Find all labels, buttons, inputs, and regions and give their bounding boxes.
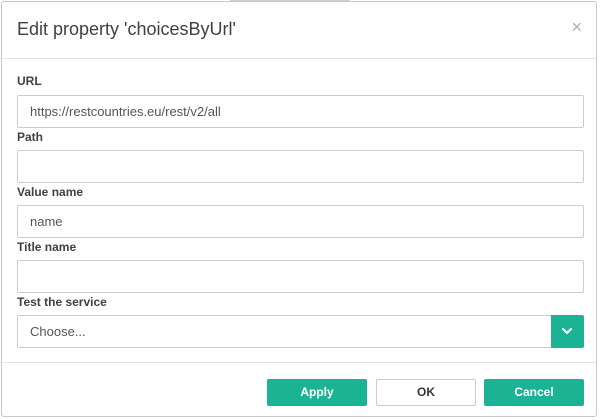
apply-button[interactable]: Apply bbox=[267, 379, 367, 406]
value-name-label: Value name bbox=[17, 185, 84, 199]
path-input[interactable] bbox=[17, 150, 584, 183]
test-service-selected: Choose... bbox=[30, 324, 86, 339]
chevron-down-icon bbox=[562, 327, 572, 335]
url-input[interactable]: https://restcountries.eu/rest/v2/all bbox=[17, 95, 584, 128]
dialog-header: Edit property 'choicesByUrl' × bbox=[2, 2, 596, 59]
edit-property-dialog: Edit property 'choicesByUrl' × URL https… bbox=[1, 1, 597, 417]
title-name-label: Title name bbox=[17, 240, 77, 254]
test-service-label: Test the service bbox=[17, 295, 107, 309]
dropdown-toggle[interactable] bbox=[551, 315, 584, 348]
ok-button[interactable]: OK bbox=[376, 379, 476, 406]
cancel-button[interactable]: Cancel bbox=[484, 379, 584, 406]
dialog-title: Edit property 'choicesByUrl' bbox=[17, 19, 236, 39]
test-service-select[interactable]: Choose... bbox=[17, 315, 584, 348]
title-name-input[interactable] bbox=[17, 260, 584, 293]
close-icon[interactable]: × bbox=[571, 18, 582, 36]
url-label: URL bbox=[17, 74, 42, 88]
dialog-footer: Apply OK Cancel bbox=[2, 362, 596, 418]
path-label: Path bbox=[17, 130, 44, 144]
value-name-input[interactable]: name bbox=[17, 205, 584, 238]
